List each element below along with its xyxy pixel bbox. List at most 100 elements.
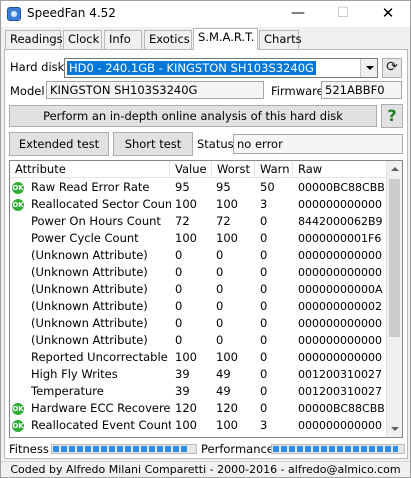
tab-exotics[interactable]: Exotics (144, 30, 192, 49)
raw-cell: 8442000062B9 (298, 215, 383, 228)
chevron-down-icon[interactable] (360, 59, 377, 77)
table-scrollbar[interactable] (386, 161, 402, 437)
value-cell: 0 (175, 316, 183, 330)
close-button[interactable]: ✕ (366, 1, 410, 27)
warn-cell: 0 (260, 350, 268, 364)
tab-smart[interactable]: S.M.A.R.T. (193, 28, 258, 50)
hard-disk-select[interactable]: HD0 - 240.1GB - KINGSTON SH103S3240G (64, 58, 378, 78)
value-cell: 39 (175, 384, 190, 398)
status-field: no error (233, 134, 403, 154)
attribute-cell: Reallocated Sector Count (31, 197, 171, 211)
table-row[interactable]: Power Cycle Count 100 100 0 0000000001F6 (10, 230, 387, 247)
warn-cell: 0 (260, 265, 268, 279)
attribute-cell: Raw Read Error Rate (31, 180, 150, 194)
attribute-cell: Power On Hours Count (31, 214, 161, 228)
worst-cell: 49 (216, 384, 231, 398)
table-row[interactable]: OK Reallocated Event Count 100 100 3 00000000… (10, 417, 387, 434)
maximize-button[interactable]: ☐ (321, 1, 365, 27)
meters-row: Fitness Performance (9, 442, 405, 456)
online-analysis-button[interactable]: Perform an in-depth online analysis of t… (9, 105, 377, 127)
table-row[interactable]: (Unknown Attribute) 0 0 0 000000000000 (10, 247, 387, 264)
warn-cell: 0 (260, 316, 268, 330)
col-worst[interactable]: Worst (212, 161, 255, 178)
fitness-meter (51, 444, 197, 454)
table-row[interactable]: OK Reallocated Sector Count 100 100 3 0000000… (10, 196, 387, 213)
col-warn[interactable]: Warn (255, 161, 293, 178)
table-row[interactable]: (Unknown Attribute) 0 0 0 000000000002 (10, 298, 387, 315)
raw-cell: 000000000000 (298, 351, 382, 364)
tab-clock[interactable]: Clock (63, 30, 102, 49)
col-value[interactable]: Value (170, 161, 212, 178)
attribute-cell: (Unknown Attribute) (31, 316, 148, 330)
attribute-cell: (Unknown Attribute) (31, 282, 148, 296)
extended-test-button[interactable]: Extended test (9, 132, 109, 156)
table-row[interactable]: OK Raw Read Error Rate 95 95 50 00000BC88CBB (10, 179, 387, 196)
raw-cell: 000000000000 (298, 198, 382, 211)
tab-readings[interactable]: Readings (5, 30, 63, 49)
table-row[interactable]: (Unknown Attribute) 0 0 0 00000000000A (10, 281, 387, 298)
smart-attributes-table[interactable]: Attribute Value Worst Warn Raw OK Raw Rea… (9, 160, 403, 438)
table-row[interactable]: (Unknown Attribute) 0 0 0 000000000000 (10, 332, 387, 349)
table-row[interactable]: (Unknown Attribute) 0 0 0 000000000000 (10, 264, 387, 281)
warn-cell: 0 (260, 248, 268, 262)
firmware-label: Firmware (271, 84, 324, 98)
worst-cell: 100 (216, 231, 238, 245)
value-cell: 0 (175, 248, 183, 262)
performance-meter (271, 444, 405, 454)
worst-cell: 0 (216, 248, 224, 262)
refresh-icon[interactable]: ⟳ (382, 58, 402, 78)
speedfan-window: SpeedFan 4.52 — ☐ ✕ Readings Clock Info … (0, 0, 411, 478)
warn-cell: 0 (260, 384, 268, 398)
value-cell: 100 (175, 231, 197, 245)
performance-label: Performance (201, 442, 274, 456)
attribute-cell: Temperature (31, 384, 104, 398)
window-title: SpeedFan 4.52 (27, 6, 116, 20)
help-button[interactable]: ? (381, 104, 403, 128)
warn-cell: 3 (260, 197, 268, 211)
raw-cell: 00000BC88CBB (298, 402, 385, 415)
model-label: Model (10, 84, 45, 98)
warn-cell: 0 (260, 401, 268, 415)
attribute-cell: (Unknown Attribute) (31, 299, 148, 313)
value-cell: 0 (175, 299, 183, 313)
scroll-up-icon[interactable] (387, 161, 402, 177)
title-bar[interactable]: SpeedFan 4.52 — ☐ ✕ (1, 1, 410, 27)
worst-cell: 0 (216, 282, 224, 296)
minimize-button[interactable]: — (276, 1, 320, 27)
table-row[interactable]: Temperature 39 49 0 001200310027 (10, 383, 387, 400)
table-row[interactable]: OK Hardware ECC Recovered 120 120 0 00000BC88… (10, 400, 387, 417)
table-row[interactable]: (Unknown Attribute) 0 0 0 000000000000 (10, 315, 387, 332)
raw-cell: 000000000000 (298, 419, 382, 432)
scrollbar-thumb[interactable] (389, 179, 400, 337)
short-test-button[interactable]: Short test (113, 132, 193, 156)
performance-meter-fill (273, 446, 398, 452)
tab-strip: Readings Clock Info Exotics S.M.A.R.T. C… (1, 28, 410, 50)
worst-cell: 0 (216, 316, 224, 330)
worst-cell: 49 (216, 367, 231, 381)
table-header: Attribute Value Worst Warn Raw (10, 161, 387, 178)
table-row[interactable]: High Fly Writes 39 49 0 001200310027 (10, 366, 387, 383)
attribute-cell: Reallocated Event Count (31, 418, 171, 432)
value-cell: 120 (175, 401, 197, 415)
ok-status-icon: OK (12, 420, 24, 432)
table-row[interactable]: Reported Uncorrectable Er...100100000000… (10, 349, 387, 366)
value-cell: 0 (175, 333, 183, 347)
raw-cell: 000000000000 (298, 249, 382, 262)
firmware-field: 521ABBF0 (321, 81, 402, 99)
attribute-cell: (Unknown Attribute) (31, 265, 148, 279)
attribute-cell: (Unknown Attribute) (31, 248, 148, 262)
worst-cell: 0 (216, 299, 224, 313)
col-attribute[interactable]: Attribute (10, 161, 170, 178)
raw-cell: 000000000000 (298, 317, 382, 330)
scroll-down-icon[interactable] (387, 421, 402, 437)
tab-info[interactable]: Info (104, 30, 142, 49)
value-cell: 39 (175, 367, 190, 381)
attribute-cell: Reported Uncorrectable Er... (31, 350, 171, 364)
raw-cell: 001200310027 (298, 385, 382, 398)
col-raw[interactable]: Raw (293, 161, 387, 178)
raw-cell: 000000000000 (298, 334, 382, 347)
hard-disk-label: Hard disk (10, 60, 65, 74)
table-row[interactable]: Power On Hours Count 72 72 0 8442000062B9 (10, 213, 387, 230)
value-cell: 100 (175, 197, 197, 211)
tab-charts[interactable]: Charts (259, 30, 302, 49)
